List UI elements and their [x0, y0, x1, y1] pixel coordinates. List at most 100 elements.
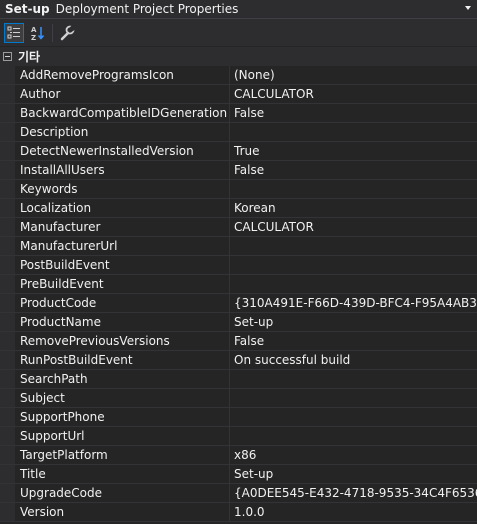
property-name[interactable]: SearchPath: [15, 370, 230, 388]
row-gutter: [0, 161, 15, 179]
property-value[interactable]: [230, 370, 477, 388]
row-gutter: [0, 142, 15, 160]
row-gutter: [0, 446, 15, 464]
property-name[interactable]: Localization: [15, 199, 230, 217]
row-gutter: [0, 218, 15, 236]
property-row[interactable]: ProductCode {310A491E-F66D-439D-BFC4-F95A…: [0, 294, 477, 313]
row-gutter: [0, 503, 15, 521]
property-name[interactable]: PreBuildEvent: [15, 275, 230, 293]
property-name[interactable]: PostBuildEvent: [15, 256, 230, 274]
property-row[interactable]: InstallAllUsers False: [0, 161, 477, 180]
property-name[interactable]: Subject: [15, 389, 230, 407]
property-name[interactable]: RemovePreviousVersions: [15, 332, 230, 350]
property-value[interactable]: False: [230, 104, 477, 122]
property-value[interactable]: {A0DEE545-E432-4718-9535-34C4F653665: [230, 484, 477, 502]
property-row[interactable]: SearchPath: [0, 370, 477, 389]
property-row[interactable]: SupportPhone: [0, 408, 477, 427]
property-name[interactable]: SupportUrl: [15, 427, 230, 445]
property-name[interactable]: Description: [15, 123, 230, 141]
property-row[interactable]: UpgradeCode {A0DEE545-E432-4718-9535-34C4…: [0, 484, 477, 503]
row-gutter: [0, 237, 15, 255]
property-row[interactable]: Version 1.0.0: [0, 503, 477, 522]
property-row[interactable]: AddRemoveProgramsIcon (None): [0, 66, 477, 85]
property-name[interactable]: BackwardCompatibleIDGeneration: [15, 104, 230, 122]
property-row[interactable]: DetectNewerInstalledVersion True: [0, 142, 477, 161]
row-gutter: [0, 199, 15, 217]
property-name[interactable]: ProductName: [15, 313, 230, 331]
property-value[interactable]: False: [230, 161, 477, 179]
property-row[interactable]: SupportUrl: [0, 427, 477, 446]
property-value[interactable]: {310A491E-F66D-439D-BFC4-F95A4AB3940: [230, 294, 477, 312]
collapse-icon[interactable]: [3, 52, 12, 61]
svg-text:Z: Z: [31, 34, 36, 41]
row-gutter: [0, 275, 15, 293]
property-name[interactable]: AddRemoveProgramsIcon: [15, 66, 230, 84]
property-pages-button[interactable]: [57, 23, 77, 43]
row-gutter: [0, 104, 15, 122]
property-row[interactable]: TargetPlatform x86: [0, 446, 477, 465]
property-row[interactable]: Author CALCULATOR: [0, 85, 477, 104]
property-value[interactable]: [230, 427, 477, 445]
property-value[interactable]: [230, 389, 477, 407]
property-row[interactable]: Keywords: [0, 180, 477, 199]
property-name[interactable]: Author: [15, 85, 230, 103]
property-name[interactable]: UpgradeCode: [15, 484, 230, 502]
property-row[interactable]: BackwardCompatibleIDGeneration False: [0, 104, 477, 123]
property-value[interactable]: [230, 123, 477, 141]
categorized-button[interactable]: [4, 22, 24, 43]
property-value[interactable]: [230, 180, 477, 198]
property-row[interactable]: Localization Korean: [0, 199, 477, 218]
property-name[interactable]: ManufacturerUrl: [15, 237, 230, 255]
category-header[interactable]: 기타: [0, 47, 477, 66]
row-gutter: [0, 123, 15, 141]
property-value[interactable]: Set-up: [230, 465, 477, 483]
property-row[interactable]: PostBuildEvent: [0, 256, 477, 275]
property-name[interactable]: Version: [15, 503, 230, 521]
property-name[interactable]: Manufacturer: [15, 218, 230, 236]
properties-header[interactable]: Set-up Deployment Project Properties: [0, 0, 477, 19]
property-row[interactable]: Manufacturer CALCULATOR: [0, 218, 477, 237]
property-row[interactable]: ProductName Set-up: [0, 313, 477, 332]
property-row[interactable]: ManufacturerUrl: [0, 237, 477, 256]
property-name[interactable]: DetectNewerInstalledVersion: [15, 142, 230, 160]
property-row[interactable]: PreBuildEvent: [0, 275, 477, 294]
property-name[interactable]: RunPostBuildEvent: [15, 351, 230, 369]
property-value[interactable]: Set-up: [230, 313, 477, 331]
property-value[interactable]: On successful build: [230, 351, 477, 369]
property-name[interactable]: Title: [15, 465, 230, 483]
alphabetical-icon: A Z: [31, 26, 45, 41]
property-name[interactable]: ProductCode: [15, 294, 230, 312]
property-name[interactable]: Keywords: [15, 180, 230, 198]
property-row[interactable]: RunPostBuildEvent On successful build: [0, 351, 477, 370]
property-value[interactable]: (None): [230, 66, 477, 84]
property-row[interactable]: Subject: [0, 389, 477, 408]
property-name[interactable]: TargetPlatform: [15, 446, 230, 464]
row-gutter: [0, 294, 15, 312]
property-value[interactable]: [230, 275, 477, 293]
property-row[interactable]: Title Set-up: [0, 465, 477, 484]
property-row[interactable]: RemovePreviousVersions False: [0, 332, 477, 351]
property-value[interactable]: x86: [230, 446, 477, 464]
row-gutter: [0, 484, 15, 502]
property-name[interactable]: InstallAllUsers: [15, 161, 230, 179]
property-value[interactable]: [230, 408, 477, 426]
property-value[interactable]: 1.0.0: [230, 503, 477, 521]
row-gutter: [0, 408, 15, 426]
property-value[interactable]: [230, 256, 477, 274]
object-name: Set-up: [5, 2, 50, 16]
row-gutter: [0, 389, 15, 407]
property-name[interactable]: SupportPhone: [15, 408, 230, 426]
alphabetical-button[interactable]: A Z: [28, 23, 48, 43]
row-gutter: [0, 427, 15, 445]
property-value[interactable]: CALCULATOR: [230, 85, 477, 103]
property-value[interactable]: False: [230, 332, 477, 350]
property-value[interactable]: True: [230, 142, 477, 160]
property-value[interactable]: CALCULATOR: [230, 218, 477, 236]
property-row[interactable]: Description: [0, 123, 477, 142]
row-gutter: [0, 313, 15, 331]
object-type: Deployment Project Properties: [55, 2, 239, 16]
chevron-down-icon[interactable]: [465, 6, 471, 10]
property-value[interactable]: [230, 237, 477, 255]
row-gutter: [0, 256, 15, 274]
property-value[interactable]: Korean: [230, 199, 477, 217]
